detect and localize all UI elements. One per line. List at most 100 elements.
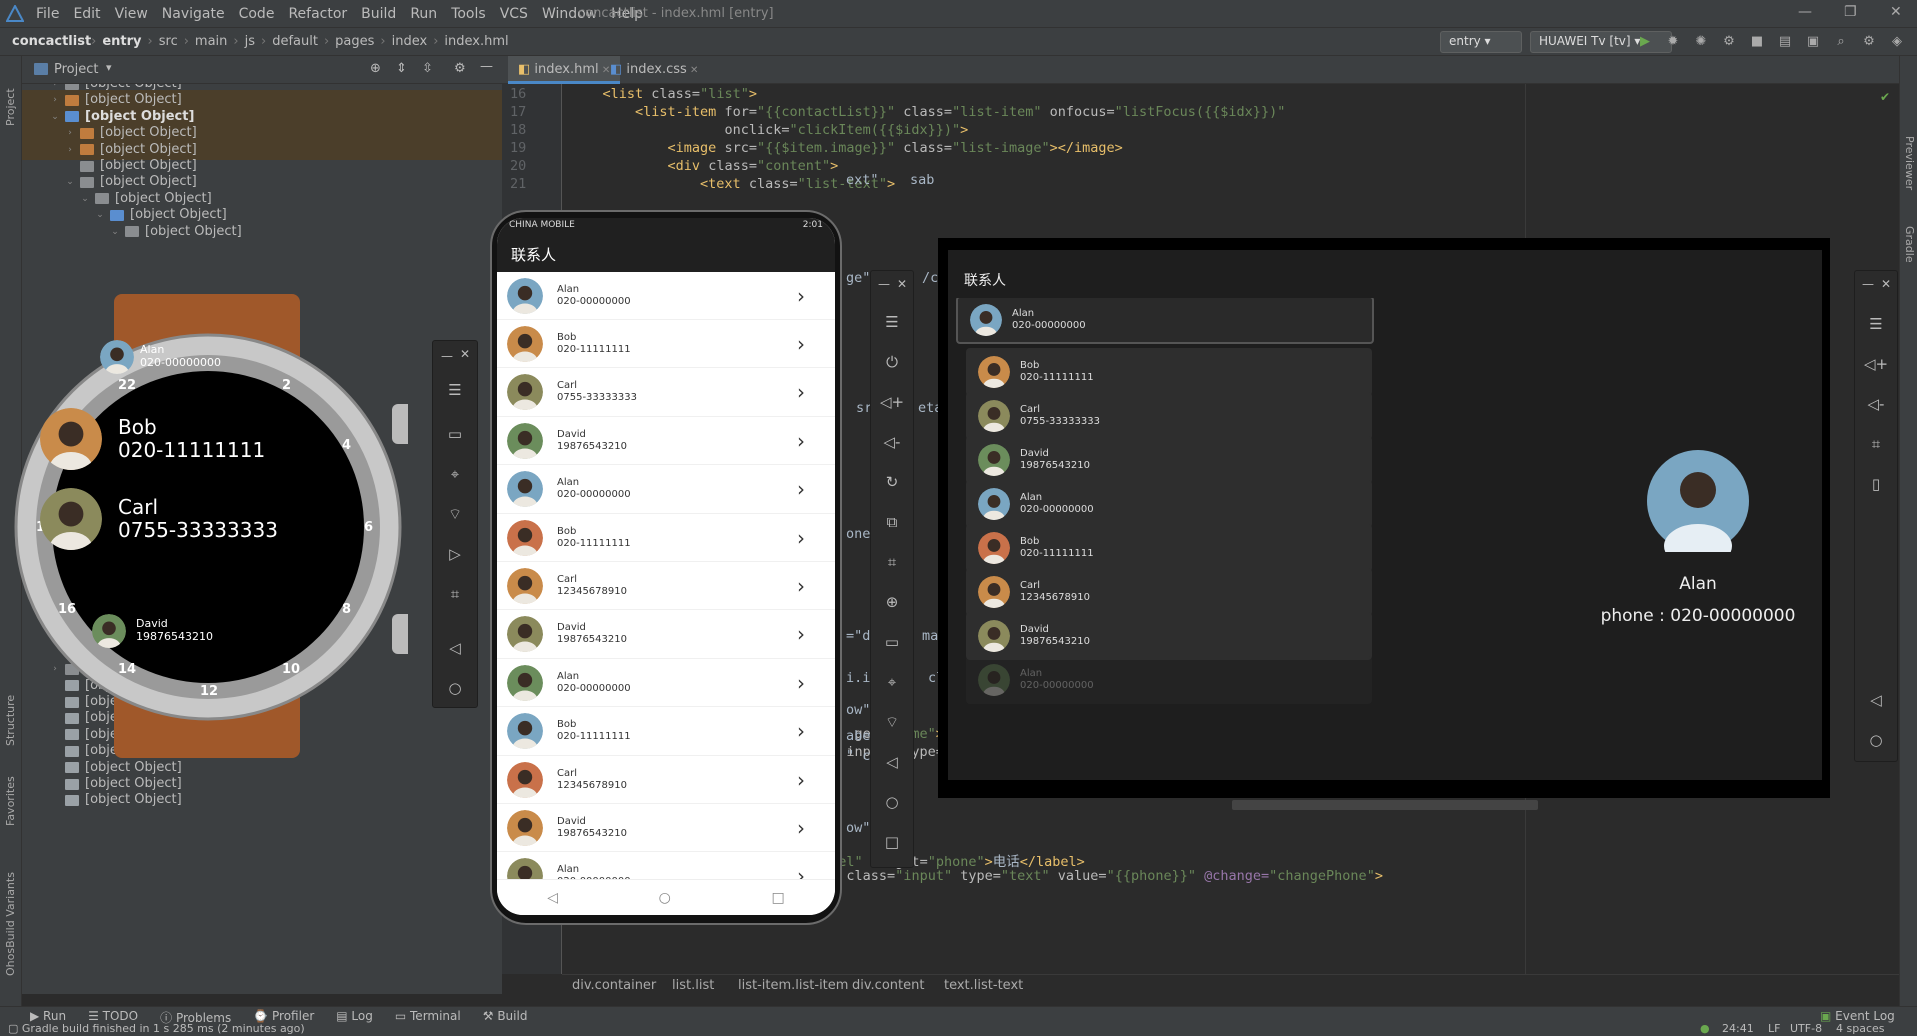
cursor-position[interactable]: 24:41 [1722,1022,1754,1035]
list-item[interactable]: Bob 020-11111111 › [497,320,835,369]
code-breadcrumb-item[interactable]: div.content [852,978,924,993]
wifi-icon[interactable]: ⌔ [433,505,477,524]
watch-list-item[interactable]: Alan 020-00000000 [100,340,221,374]
code-line[interactable]: <div class="content"> [570,158,839,174]
tv-list-item[interactable]: Bob 020-11111111 [966,524,1372,572]
chevron-down-icon[interactable]: ⌄ [109,222,121,242]
menu-item-navigate[interactable]: Navigate [162,6,225,22]
list-item[interactable]: Carl 0755-33333333 › [497,369,835,417]
code-line[interactable]: <image src="{{$item.image}}" class="list… [570,140,1123,156]
back-icon[interactable]: ◁ [547,890,558,906]
variants-tool-tab[interactable]: OhosBuild Variants [4,872,17,976]
list-item[interactable]: Alan020-00000000 › [497,659,835,708]
home-icon[interactable]: ○ [659,890,671,906]
menu-item-vcs[interactable]: VCS [500,6,528,22]
crop-icon[interactable]: ⌗ [1855,435,1897,453]
tool-log[interactable]: ▤ Log [336,1009,373,1026]
code-breadcrumb-item[interactable]: list.list [672,978,714,993]
battery-icon[interactable]: ▭ [433,425,477,443]
tv-list-item[interactable]: Alan 020-00000000 [966,656,1372,704]
breadcrumb-item[interactable]: main [195,34,227,49]
run-icon[interactable]: ▶ [1637,33,1653,49]
home-icon[interactable]: ○ [871,793,913,811]
debug-icon[interactable]: ✹ [1665,33,1681,49]
menu-item-build[interactable]: Build [361,6,396,22]
location-icon[interactable]: ⌖ [871,673,913,691]
code-breadcrumb-item[interactable]: div.container [572,978,656,993]
gradle-tool-tab[interactable]: Gradle [1903,226,1916,263]
menu-item-refactor[interactable]: Refactor [288,6,347,22]
back-icon[interactable]: ◁ [1855,691,1897,709]
watch-list-item[interactable]: Bob 020-11111111 [40,408,265,470]
menu-item-view[interactable]: View [115,6,148,22]
screenshot-icon[interactable]: ⧉ [871,513,913,531]
play-icon[interactable]: ▷ [433,545,477,563]
menu-icon[interactable]: ☰ [433,381,477,399]
close-icon[interactable]: ✕ [443,347,487,361]
breadcrumb-item[interactable]: default [272,34,318,49]
close-icon[interactable]: ✕ [687,65,698,76]
menu-item-run[interactable]: Run [410,6,437,22]
gear-icon[interactable]: ⚙ [454,61,466,76]
stop-icon[interactable]: ■ [1749,33,1765,49]
tv-scrollbar[interactable] [1232,800,1538,810]
file-encoding[interactable]: UTF-8 [1790,1022,1822,1035]
breadcrumb-item[interactable]: entry [102,34,141,49]
tv-list-item[interactable]: Alan 020-00000000 [956,298,1374,344]
list-item[interactable]: Alan020-00000000 › [497,466,835,514]
list-item[interactable]: Alan020-00000000 › [497,272,835,320]
code-line[interactable]: <list class="list"> [570,86,757,102]
favorites-tool-tab[interactable]: Favorites [4,776,17,826]
back-icon[interactable]: ◁ [433,639,477,657]
volume-up-icon[interactable]: ◁+ [1855,355,1897,373]
menu-item-code[interactable]: Code [239,6,275,22]
tv-list-item[interactable]: Carl 0755-33333333 [966,392,1372,440]
hide-panel-icon[interactable]: — [480,59,493,74]
menu-icon[interactable]: ☰ [871,313,913,331]
volume-down-icon[interactable]: ◁- [1855,395,1897,413]
tv-list-item[interactable]: David 19876543210 [966,436,1372,484]
collapse-all-icon[interactable]: ⇳ [422,61,433,76]
list-item[interactable]: Bob 020-11111111 › [497,708,835,756]
tv-contact-list[interactable]: Alan 020-00000000 Bob 020-11111111 Carl 0755-… [948,298,1388,780]
menu-item-file[interactable]: File [36,6,59,22]
project-panel-title[interactable]: Project [54,62,98,77]
home-icon[interactable]: ○ [433,679,477,697]
minimize-icon[interactable]: — [1798,4,1812,20]
crop-icon[interactable]: ⌗ [433,585,477,603]
tv-list-item[interactable]: Bob 020-11111111 [966,348,1372,396]
tv-list-item[interactable]: Alan 020-00000000 [966,480,1372,528]
search-icon[interactable]: ⌕ [1833,33,1849,49]
chevron-down-icon[interactable]: ▾ [106,61,112,74]
list-item[interactable]: David 19876543210 › [497,417,835,466]
remote-icon[interactable]: ▯ [1855,475,1897,493]
tree-item[interactable]: ⌄ [object Object] [22,222,502,242]
list-item[interactable]: Carl 12345678910 › [497,756,835,804]
profile-icon[interactable]: ✺ [1693,33,1709,49]
expand-all-icon[interactable]: ⇕ [396,61,407,76]
phone-contact-list[interactable]: Alan 020-00000000 › Bob 020-11111111 › Carl 075… [497,272,835,901]
list-item[interactable]: David 19876543210 › [497,611,835,659]
volume-down-icon[interactable]: ◁- [871,433,913,451]
module-selector[interactable]: entry ▾ [1440,31,1522,53]
watch-list-item[interactable]: David 19876543210 [92,614,213,648]
line-separator[interactable]: LF [1768,1022,1780,1035]
menu-item-edit[interactable]: Edit [73,6,100,22]
list-item[interactable]: David 19876543210 › [497,804,835,853]
wifi-icon[interactable]: ⌔ [871,713,913,732]
menu-icon[interactable]: ☰ [1855,315,1897,333]
close-icon[interactable]: ✕ [1865,277,1907,291]
zoom-icon[interactable]: ⊕ [871,593,913,611]
code-breadcrumb-item[interactable]: text.list-text [944,978,1023,993]
recents-icon[interactable]: □ [871,833,913,851]
back-icon[interactable]: ◁ [871,753,913,771]
code-line[interactable]: <list-item for="{{contactList}}" class="… [570,104,1285,120]
close-icon[interactable]: ✕ [881,277,923,291]
event-log-button[interactable]: ▣ Event Log [1820,1009,1895,1023]
attach-icon[interactable]: ⚙ [1721,33,1737,49]
home-icon[interactable]: ○ [1855,731,1897,749]
tab-index-css[interactable]: ◧ index.css ✕ [600,56,708,84]
power-icon[interactable]: ⏻ [871,353,913,371]
indent-setting[interactable]: 4 spaces [1836,1022,1885,1035]
project-structure-icon[interactable]: ▤ [1777,33,1793,49]
